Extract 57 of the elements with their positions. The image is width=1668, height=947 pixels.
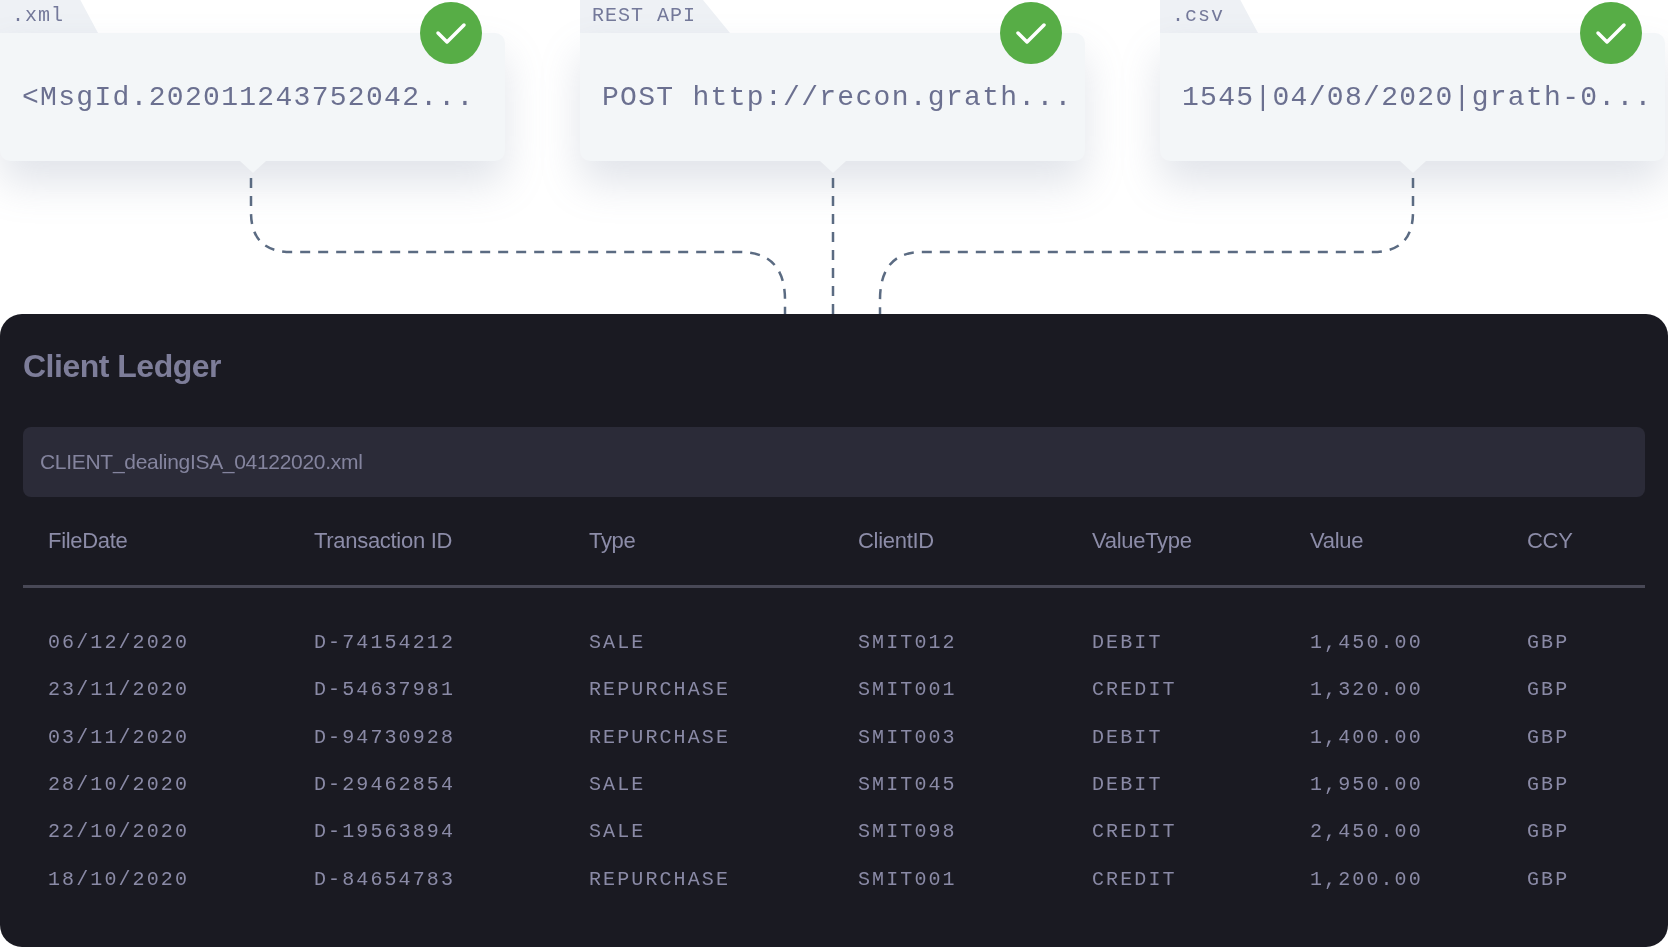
table-cell: SALE (589, 631, 646, 655)
table-cell: 06/12/2020 (48, 631, 190, 655)
column-header: FileDate (48, 528, 128, 554)
column-header: Type (589, 528, 636, 554)
column-header: Value (1310, 528, 1364, 554)
column-header: Transaction ID (314, 528, 453, 554)
table-cell: SMIT003 (858, 725, 957, 749)
table-cell: REPURCHASE (589, 725, 731, 749)
table-cell: GBP (1527, 678, 1570, 702)
table-cell: DEBIT (1092, 773, 1163, 797)
column-header: ClientID (858, 528, 934, 554)
table-cell: D-54637981 (314, 678, 456, 702)
table-cell: CREDIT (1092, 678, 1177, 702)
column-header: ValueType (1092, 528, 1192, 554)
table-cell: 2,450.00 (1310, 820, 1423, 844)
source-sample-text: <MsgId.202011243752042... (22, 81, 475, 113)
table-cell: 28/10/2020 (48, 773, 190, 797)
table-cell: GBP (1527, 725, 1570, 749)
table-cell: GBP (1527, 773, 1570, 797)
table-cell: 1,400.00 (1310, 725, 1423, 749)
table-cell: SALE (589, 773, 646, 797)
table-cell: 23/11/2020 (48, 678, 190, 702)
table-cell: 1,950.00 (1310, 773, 1423, 797)
table-cell: D-74154212 (314, 631, 456, 655)
source-sample-text: 1545|04/08/2020|grath-0... (1182, 81, 1653, 113)
table-cell: 22/10/2020 (48, 820, 190, 844)
table-cell: D-19563894 (314, 820, 456, 844)
table-cell: REPURCHASE (589, 678, 731, 702)
table-cell: D-84654783 (314, 867, 456, 891)
source-tab-label: .csv (1160, 0, 1258, 33)
table-cell: CREDIT (1092, 867, 1177, 891)
file-name-field[interactable]: CLIENT_dealingISA_04122020.xml (23, 427, 1645, 497)
table-cell: 1,200.00 (1310, 867, 1423, 891)
table-cell: 18/10/2020 (48, 867, 190, 891)
table-cell: D-29462854 (314, 773, 456, 797)
table-cell: 1,320.00 (1310, 678, 1423, 702)
column-header: CCY (1527, 528, 1573, 554)
table-cell: GBP (1527, 820, 1570, 844)
table-cell: DEBIT (1092, 631, 1163, 655)
table-cell: GBP (1527, 867, 1570, 891)
panel-title: Client Ledger (23, 347, 221, 385)
source-tab-label: REST API (580, 0, 730, 33)
table-cell: SALE (589, 820, 646, 844)
source-tab-label: .xml (0, 0, 98, 33)
table-cell: REPURCHASE (589, 867, 731, 891)
table-cell: 03/11/2020 (48, 725, 190, 749)
table-cell: CREDIT (1092, 820, 1177, 844)
table-cell: D-94730928 (314, 725, 456, 749)
table-cell: SMIT045 (858, 773, 957, 797)
source-sample-text: POST http://recon.grath... (602, 81, 1073, 113)
table-cell: GBP (1527, 631, 1570, 655)
table-cell: 1,450.00 (1310, 631, 1423, 655)
table-cell: SMIT001 (858, 867, 957, 891)
table-cell: DEBIT (1092, 725, 1163, 749)
table-cell: SMIT098 (858, 820, 957, 844)
table-cell: SMIT001 (858, 678, 957, 702)
table-cell: SMIT012 (858, 631, 957, 655)
